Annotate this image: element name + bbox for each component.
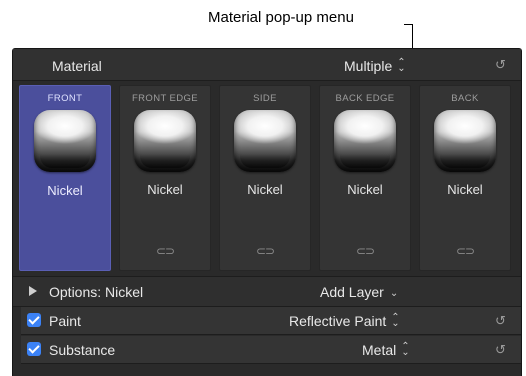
tile-side[interactable]: SIDE Nickel ⊂⊃: [219, 85, 311, 271]
reset-icon[interactable]: ↺: [495, 342, 506, 358]
tile-label: BACK EDGE: [335, 93, 395, 104]
tile-back[interactable]: BACK Nickel ⊂⊃: [419, 85, 511, 271]
tile-front-edge[interactable]: FRONT EDGE Nickel ⊂⊃: [119, 85, 211, 271]
nickel-swatch-icon: [34, 110, 96, 172]
nickel-swatch-icon: [134, 110, 196, 172]
disclosure-triangle-icon[interactable]: [29, 286, 37, 296]
substance-type-value: Metal: [362, 342, 397, 358]
nickel-swatch-icon: [334, 110, 396, 172]
substance-label: Substance: [49, 342, 116, 358]
chevron-down-icon: ⌄: [389, 288, 399, 299]
link-icon[interactable]: ⊂⊃: [220, 244, 310, 258]
tile-label: BACK: [451, 93, 479, 104]
tile-material-name: Nickel: [347, 182, 383, 197]
material-tiles: FRONT Nickel FRONT EDGE Nickel ⊂⊃ SIDE N…: [19, 85, 521, 273]
material-popup-value: Multiple: [344, 58, 393, 74]
substance-type-popup[interactable]: Metal ⌃ ⌄: [362, 341, 410, 359]
tile-label: SIDE: [253, 93, 277, 104]
tile-label: FRONT: [47, 93, 83, 104]
nickel-swatch-icon: [234, 110, 296, 172]
tile-material-name: Nickel: [247, 182, 283, 197]
reset-icon[interactable]: ↺: [495, 313, 506, 329]
paint-type-popup[interactable]: Reflective Paint ⌃ ⌄: [289, 312, 400, 330]
substance-row: Substance Metal ⌃ ⌄ ↺: [21, 336, 521, 364]
add-layer-label: Add Layer: [320, 284, 384, 300]
tile-label: FRONT EDGE: [131, 93, 199, 104]
callout-label: Material pop-up menu: [208, 9, 354, 26]
options-row: Options: Nickel Add Layer ⌄: [13, 276, 521, 307]
tile-front[interactable]: FRONT Nickel: [19, 85, 111, 271]
material-popup-menu[interactable]: Multiple ⌃ ⌄: [344, 57, 406, 75]
tile-material-name: Nickel: [47, 183, 83, 198]
updown-chevron-icon: ⌃ ⌄: [401, 341, 410, 358]
link-icon[interactable]: ⊂⊃: [420, 244, 510, 258]
add-layer-menu[interactable]: Add Layer ⌄: [320, 284, 398, 300]
material-title: Material: [52, 58, 102, 74]
paint-type-value: Reflective Paint: [289, 313, 387, 329]
updown-chevron-icon: ⌃ ⌄: [391, 312, 400, 329]
reset-icon[interactable]: ↺: [495, 57, 506, 73]
paint-checkbox[interactable]: [27, 313, 41, 327]
paint-row: Paint Reflective Paint ⌃ ⌄ ↺: [21, 307, 521, 335]
updown-chevron-icon: ⌃ ⌄: [397, 57, 406, 74]
tile-material-name: Nickel: [447, 182, 483, 197]
material-header: Material Multiple ⌃ ⌄ ↺: [13, 49, 521, 81]
substance-checkbox[interactable]: [27, 342, 41, 356]
options-label[interactable]: Options: Nickel: [49, 284, 143, 300]
paint-label: Paint: [49, 313, 81, 329]
link-icon[interactable]: ⊂⊃: [120, 244, 210, 258]
material-inspector-panel: Material Multiple ⌃ ⌄ ↺ FRONT Nickel FRON…: [12, 48, 522, 376]
tile-material-name: Nickel: [147, 182, 183, 197]
tile-back-edge[interactable]: BACK EDGE Nickel ⊂⊃: [319, 85, 411, 271]
link-icon[interactable]: ⊂⊃: [320, 244, 410, 258]
nickel-swatch-icon: [434, 110, 496, 172]
